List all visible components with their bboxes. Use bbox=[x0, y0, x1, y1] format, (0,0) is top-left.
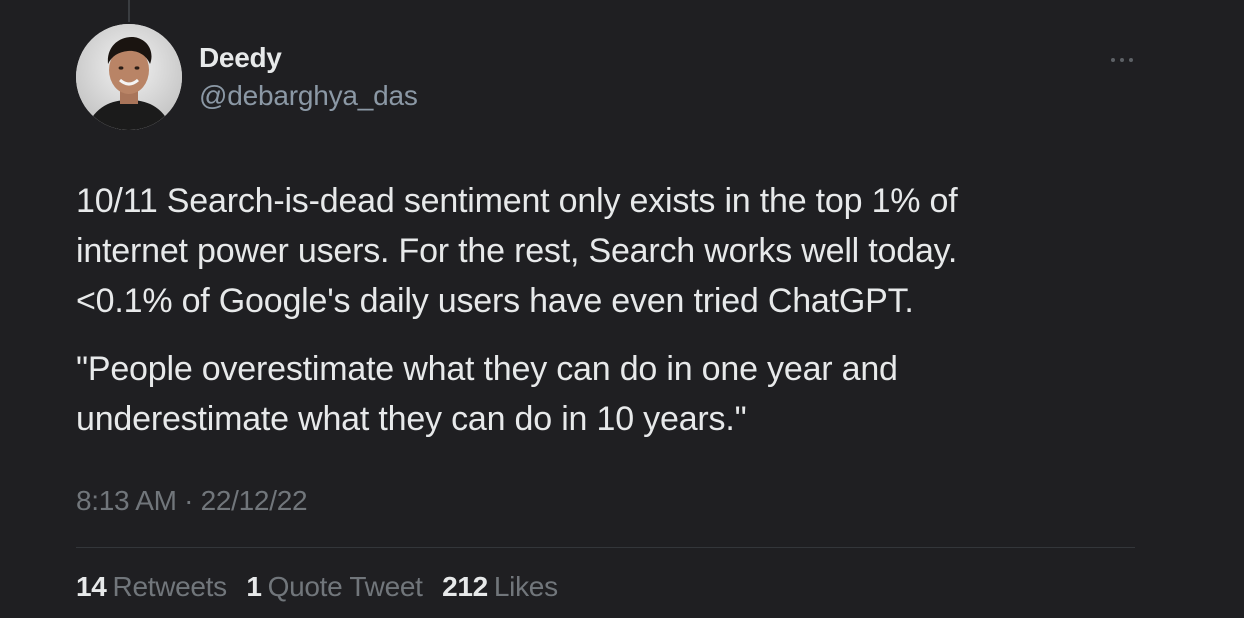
likes-label: Likes bbox=[493, 571, 558, 602]
tweet-timestamp: 8:13 AM · 22/12/22 bbox=[76, 485, 308, 517]
tweet-text-line: internet power users. For the rest, Sear… bbox=[76, 232, 958, 270]
tweet-text-line: underestimate what they can do in 10 yea… bbox=[76, 400, 747, 438]
tweet-text-line: 10/11 Search-is-dead sentiment only exis… bbox=[76, 182, 958, 220]
retweets-stat[interactable]: 14 Retweets bbox=[76, 571, 227, 602]
tweet-text-line: <0.1% of Google's daily users have even … bbox=[76, 282, 914, 320]
tweet-body: 10/11 Search-is-dead sentiment only exis… bbox=[76, 176, 1156, 444]
more-horizontal-icon[interactable] bbox=[1109, 53, 1135, 67]
thread-connector-line bbox=[128, 0, 130, 22]
quote-tweets-count: 1 bbox=[246, 571, 262, 602]
likes-count: 212 bbox=[442, 571, 488, 602]
avatar[interactable] bbox=[76, 24, 182, 130]
tweet-time[interactable]: 8:13 AM bbox=[76, 485, 177, 516]
quote-tweets-label: Quote Tweet bbox=[267, 571, 423, 602]
avatar-image bbox=[76, 24, 182, 130]
author-handle[interactable]: @debarghya_das bbox=[199, 80, 418, 112]
quote-tweets-stat[interactable]: 1 Quote Tweet bbox=[246, 571, 423, 602]
retweets-count: 14 bbox=[76, 571, 107, 602]
tweet-date[interactable]: 22/12/22 bbox=[201, 485, 308, 516]
divider bbox=[76, 547, 1135, 548]
timestamp-separator: · bbox=[184, 485, 194, 516]
engagement-stats: 14 Retweets 1 Quote Tweet 212 Likes bbox=[76, 571, 570, 603]
tweet-text-line: "People overestimate what they can do in… bbox=[76, 350, 898, 388]
author-name[interactable]: Deedy bbox=[199, 42, 282, 74]
likes-stat[interactable]: 212 Likes bbox=[442, 571, 558, 602]
retweets-label: Retweets bbox=[112, 571, 228, 602]
